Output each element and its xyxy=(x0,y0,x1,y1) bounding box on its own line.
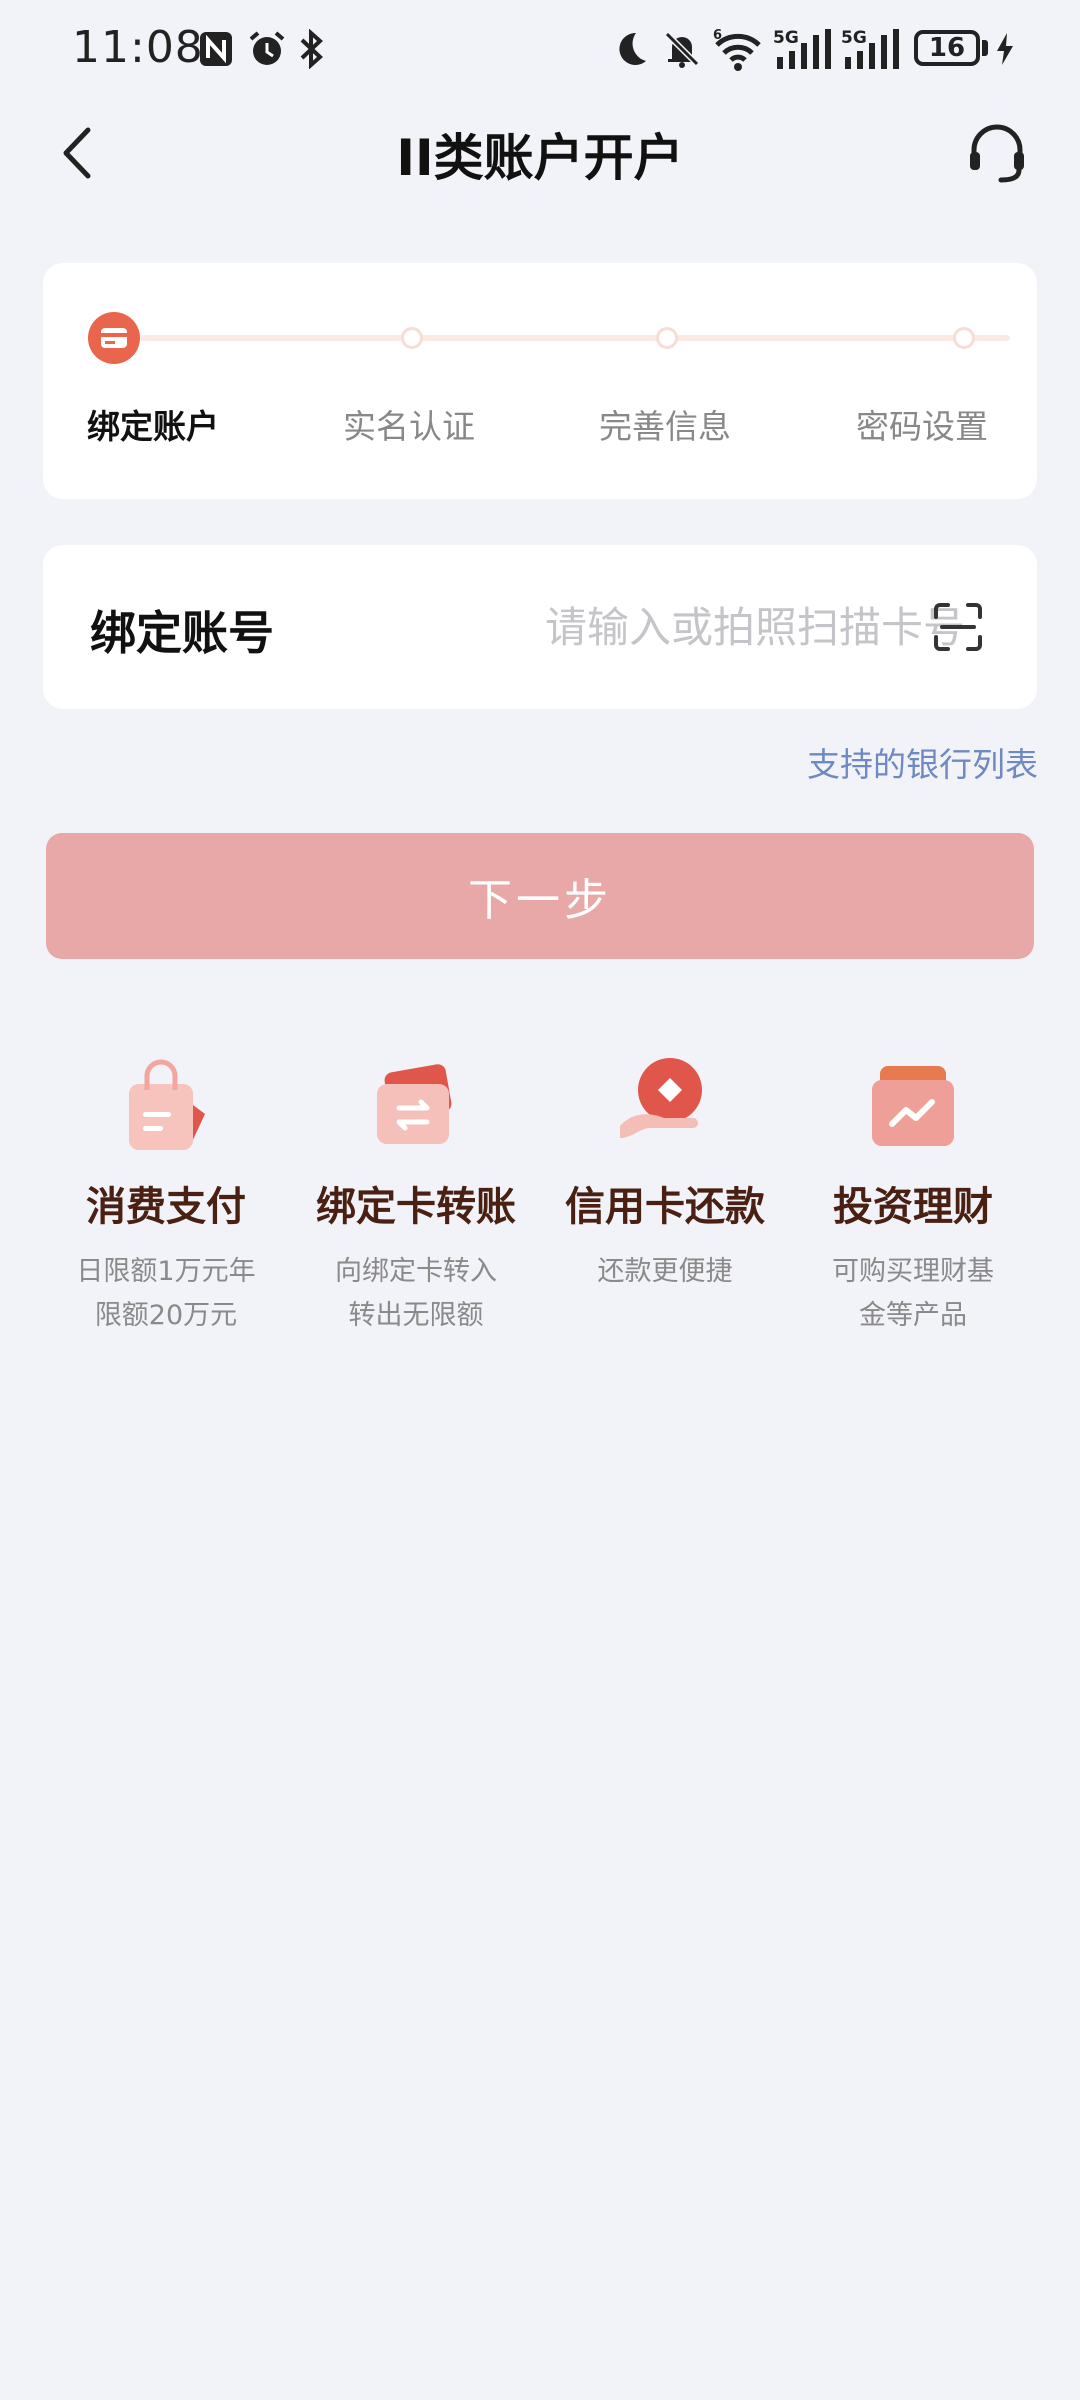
step-label-password: 密码设置 xyxy=(856,407,988,446)
feature-desc: 还款更便捷 xyxy=(597,1256,733,1287)
feature-title: 投资理财 xyxy=(833,1184,993,1230)
step-dot xyxy=(953,327,975,349)
feature-title: 信用卡还款 xyxy=(565,1184,765,1230)
svg-text:5G: 5G xyxy=(841,28,867,48)
account-number-input[interactable] xyxy=(443,581,967,673)
feature-investment: 投资理财 可购买理财基 金等产品 xyxy=(793,1050,1033,1338)
feature-desc: 向绑定卡转入 转出无限额 xyxy=(335,1256,497,1331)
signal-5g-icon: 5G xyxy=(840,26,902,72)
bell-off-icon xyxy=(660,26,704,72)
nfc-icon xyxy=(196,26,236,72)
wallet-chart-icon xyxy=(858,1050,968,1160)
shopping-bag-icon xyxy=(111,1050,221,1160)
moon-icon xyxy=(608,26,652,72)
steps-card: 绑定账户 实名认证 完善信息 密码设置 xyxy=(43,263,1037,499)
feature-desc: 可购买理财基 金等产品 xyxy=(832,1256,994,1331)
bluetooth-icon xyxy=(295,26,327,72)
battery-icon: 16 xyxy=(914,30,980,66)
supported-banks-link[interactable]: 支持的银行列表 xyxy=(807,738,1038,786)
step-label-real-name: 实名认证 xyxy=(343,407,475,446)
feature-payment: 消费支付 日限额1万元年 限额20万元 xyxy=(46,1050,286,1338)
step-active-card-icon xyxy=(88,312,140,364)
scan-icon[interactable] xyxy=(932,601,984,653)
step-label-info: 完善信息 xyxy=(599,407,731,446)
account-card: 绑定账号 xyxy=(43,545,1037,709)
transfer-card-icon xyxy=(361,1050,471,1160)
step-dot xyxy=(401,327,423,349)
step-label-bind-account: 绑定账户 xyxy=(87,407,219,446)
feature-title: 消费支付 xyxy=(86,1184,246,1230)
status-bar: 11:08 6 5G 5G 16 xyxy=(0,0,1080,100)
coin-hand-icon xyxy=(610,1050,720,1160)
account-field-label: 绑定账号 xyxy=(90,606,274,660)
feature-credit-repay: 信用卡还款 还款更便捷 xyxy=(545,1050,785,1294)
page-title: II类账户开户 xyxy=(396,129,684,187)
wifi-icon: 6 xyxy=(710,26,766,72)
next-step-button[interactable]: 下一步 xyxy=(46,833,1034,959)
alarm-icon xyxy=(245,26,289,72)
feature-desc: 日限额1万元年 限额20万元 xyxy=(76,1256,256,1331)
svg-text:5G: 5G xyxy=(773,28,799,48)
step-progress-line xyxy=(140,335,1010,341)
step-dot xyxy=(656,327,678,349)
battery-cap xyxy=(982,40,988,56)
status-time: 11:08 xyxy=(72,22,204,73)
feature-title: 绑定卡转账 xyxy=(316,1184,516,1230)
signal-5g-icon: 5G xyxy=(772,26,834,72)
feature-transfer: 绑定卡转账 向绑定卡转入 转出无限额 xyxy=(296,1050,536,1338)
headset-icon[interactable] xyxy=(964,120,1030,186)
charging-icon xyxy=(992,26,1018,72)
